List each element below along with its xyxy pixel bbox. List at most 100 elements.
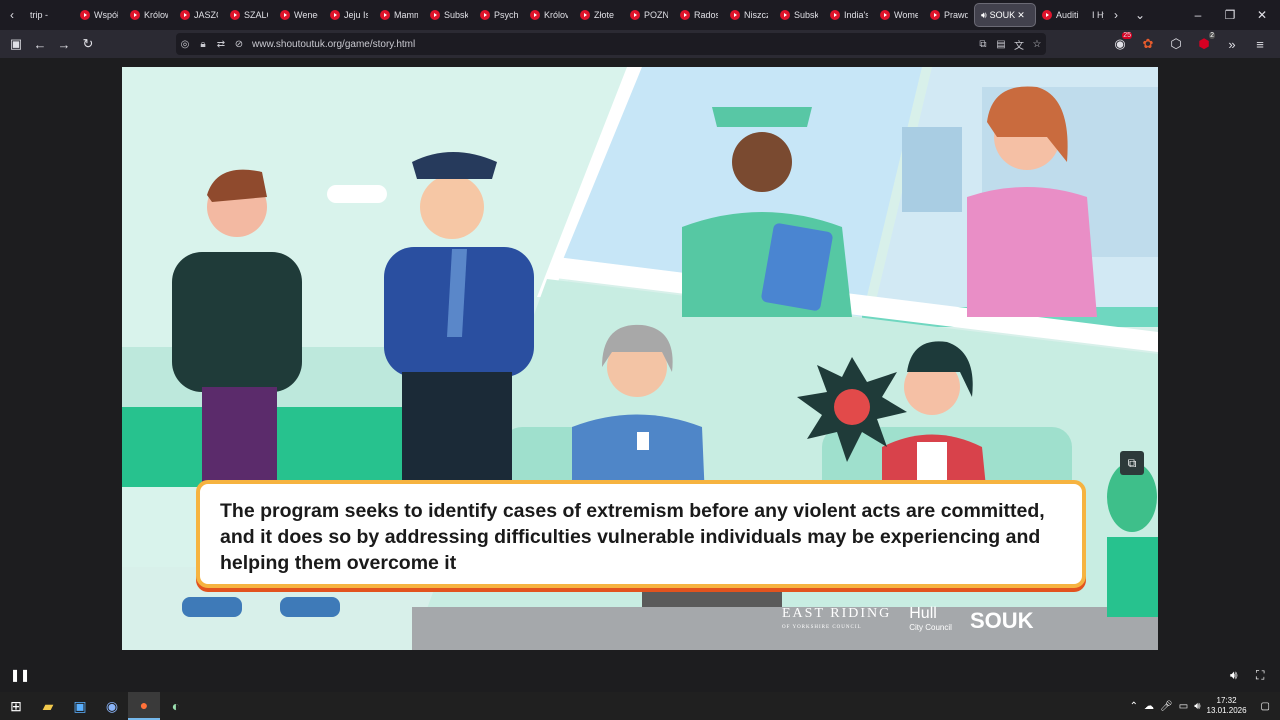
office-woman-top xyxy=(967,187,1097,317)
tab[interactable]: Auditi xyxy=(1036,3,1086,27)
adblock-badge: 2 xyxy=(1209,32,1215,39)
youtube-favicon-icon xyxy=(530,10,540,20)
lock-icon[interactable]: 🔒︎ xyxy=(194,39,212,50)
youtube-favicon-icon xyxy=(130,10,140,20)
tab-label: Królow xyxy=(144,10,168,20)
clock-date: 13.01.2026 xyxy=(1206,706,1247,715)
tray-overflow-icon[interactable]: ⌃ xyxy=(1130,701,1138,712)
youtube-favicon-icon xyxy=(180,10,190,20)
microphone-icon[interactable]: 🎤︎ xyxy=(1160,701,1173,712)
steam-icon[interactable]: ◉ xyxy=(96,692,128,720)
bookmark-star-icon[interactable]: ☆ xyxy=(1028,39,1046,50)
youtube-favicon-icon xyxy=(330,10,340,20)
app-menu-icon[interactable]: ≡ xyxy=(1248,32,1272,56)
stress-burst-core xyxy=(834,389,870,425)
tab-label: Jeju Is xyxy=(344,10,368,20)
tab[interactable]: Rados xyxy=(674,3,724,27)
tab-label: POZN xyxy=(644,10,668,20)
speech-bubble xyxy=(327,185,387,203)
tab[interactable]: Złote xyxy=(574,3,624,27)
tab[interactable]: India's xyxy=(824,3,874,27)
youtube-favicon-icon xyxy=(1042,10,1052,20)
tab[interactable]: JASZC xyxy=(174,3,224,27)
tab[interactable]: Mamm xyxy=(374,3,424,27)
tab-label: SZALC xyxy=(244,10,268,20)
tab-label: Rados xyxy=(694,10,718,20)
network-icon[interactable]: ▭ xyxy=(1179,701,1188,712)
onedrive-icon[interactable]: ☁︎ xyxy=(1144,701,1154,712)
reload-button[interactable]: ↻ xyxy=(76,32,100,56)
tab[interactable]: trip - xyxy=(24,3,74,27)
speaker-icon[interactable]: 🔊︎ xyxy=(1194,701,1200,712)
privacy-extension-icon[interactable]: ◉ 25 xyxy=(1108,32,1132,56)
notifications-icon[interactable]: ▢ xyxy=(1261,701,1270,712)
extension-icon[interactable]: ✿ xyxy=(1136,32,1160,56)
fullscreen-icon[interactable]: ⛶ xyxy=(1256,668,1264,683)
forward-button[interactable]: → xyxy=(52,32,76,56)
youtube-favicon-icon xyxy=(230,10,240,20)
overflow-chevron-icon[interactable]: » xyxy=(1220,32,1244,56)
tab[interactable]: I Hy xyxy=(1086,3,1104,27)
tab[interactable]: Współ xyxy=(74,3,124,27)
file-explorer-icon[interactable]: ▰ xyxy=(32,692,64,720)
tab-close-icon[interactable]: ✕ xyxy=(1017,10,1025,21)
tab[interactable]: Wenec xyxy=(274,3,324,27)
tab[interactable]: SZALC xyxy=(224,3,274,27)
tab-label: Prawd xyxy=(944,10,968,20)
firefox-icon[interactable]: ● xyxy=(128,692,160,720)
remote-desktop-icon[interactable]: ▣ xyxy=(64,692,96,720)
tab[interactable]: Niszcz xyxy=(724,3,774,27)
tab[interactable]: Jeju Is xyxy=(324,3,374,27)
minimize-icon[interactable]: – xyxy=(1186,3,1210,27)
close-window-icon[interactable]: ✕ xyxy=(1250,3,1274,27)
youtube-favicon-icon xyxy=(780,10,790,20)
tab[interactable]: Subsk xyxy=(774,3,824,27)
permissions-icon[interactable]: ⇄ xyxy=(212,39,230,50)
tab[interactable]: POZN xyxy=(624,3,674,27)
tab-label: Złote xyxy=(594,10,615,20)
noticeboard xyxy=(902,127,962,212)
translate-icon[interactable]: 文 xyxy=(1010,37,1028,52)
app-icon[interactable]: ◐ xyxy=(160,692,192,720)
reader-view-icon[interactable]: ▤ xyxy=(992,39,1010,50)
tab[interactable]: Królow xyxy=(124,3,174,27)
tab-label: Subsk xyxy=(444,10,468,20)
screenshot-icon[interactable]: ⧉ xyxy=(974,39,992,50)
back-button[interactable]: ← xyxy=(28,32,52,56)
tab-list: trip - Współ Królow JASZC SZALC Wenec Jeju Is… xyxy=(24,0,1104,30)
restore-icon[interactable]: ❐ xyxy=(1218,3,1242,27)
picture-in-picture-icon[interactable]: ⧉ xyxy=(1120,451,1144,475)
tab-active[interactable]: 🔊︎ SOUK ✕ xyxy=(974,3,1036,27)
volume-icon[interactable]: 🔊︎ xyxy=(1230,668,1238,683)
video-player[interactable]: The program seeks to identify cases of e… xyxy=(122,67,1158,650)
system-tray: ⌃ ☁︎ 🎤︎ ▭ 🔊︎ 17:32 13.01.2026 ▢ xyxy=(1130,692,1280,720)
list-all-tabs-icon[interactable]: ⌄ xyxy=(1128,3,1152,27)
tab-label: Wome xyxy=(894,10,918,20)
autoplay-blocked-icon[interactable]: ⊘ xyxy=(230,39,248,50)
clock[interactable]: 17:32 13.01.2026 xyxy=(1207,696,1247,716)
youtube-favicon-icon xyxy=(430,10,440,20)
tab[interactable]: Subsk xyxy=(424,3,474,27)
url-text[interactable]: www.shoutoutuk.org/game/story.html xyxy=(252,39,415,50)
page-content: The program seeks to identify cases of e… xyxy=(0,58,1280,662)
man-shoe-left xyxy=(182,597,242,617)
tab-label: Niszcz xyxy=(744,10,768,20)
adblock-icon[interactable]: ⬢ 2 xyxy=(1192,32,1216,56)
extensions-puzzle-icon[interactable]: ⬡ xyxy=(1164,32,1188,56)
youtube-favicon-icon xyxy=(680,10,690,20)
pause-button[interactable]: ❚❚ xyxy=(10,668,30,684)
tab[interactable]: Prawd xyxy=(924,3,974,27)
sidebar-icon[interactable]: ▣ xyxy=(4,32,28,56)
hull-subtext: City Council xyxy=(909,623,952,632)
souk-logo: SOUK xyxy=(969,608,1034,633)
tab-scroll-left-icon[interactable]: ‹ xyxy=(0,3,24,27)
tab-audio-icon[interactable]: 🔊︎ xyxy=(981,10,987,21)
url-bar[interactable]: ◎ 🔒︎ ⇄ ⊘ www.shoutoutuk.org/game/story.h… xyxy=(176,33,1046,55)
shield-icon[interactable]: ◎ xyxy=(176,39,194,50)
tab[interactable]: Wome xyxy=(874,3,924,27)
start-menu-icon[interactable]: ⊞ xyxy=(0,692,32,720)
tab-label: Mamm xyxy=(394,10,418,20)
tab[interactable]: Psych xyxy=(474,3,524,27)
tab-scroll-right-icon[interactable]: › xyxy=(1104,3,1128,27)
tab[interactable]: Królov xyxy=(524,3,574,27)
